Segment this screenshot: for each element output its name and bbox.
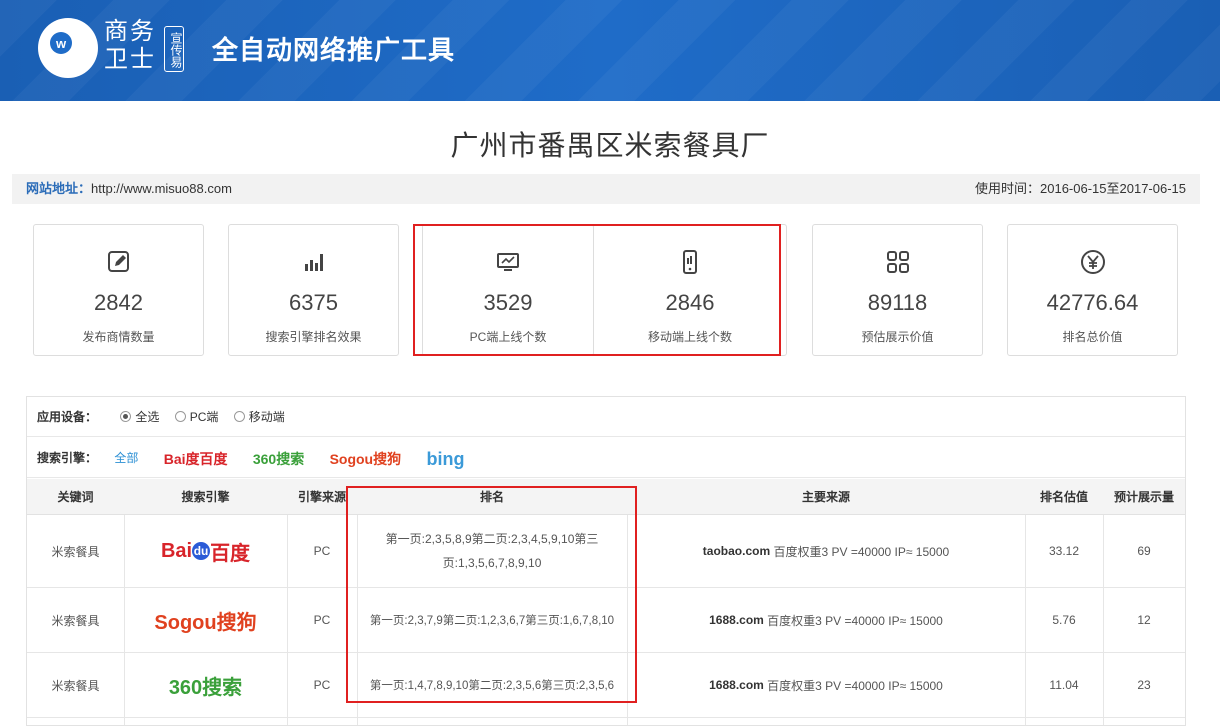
column-divider: [1025, 515, 1026, 725]
stat-value: 89118: [867, 290, 928, 315]
device-filter: 应用设备： 全选 PC端 移动端: [27, 397, 1185, 437]
baidu-logo[interactable]: Bai度百度: [164, 439, 228, 479]
highlight-frame: [413, 224, 781, 356]
usage-period: 使用时间：2016-06-15至2017-06-15: [974, 181, 1186, 196]
grid-icon: [886, 251, 909, 273]
360-logo[interactable]: 360搜索: [253, 439, 304, 479]
radio-pc[interactable]: [174, 411, 186, 423]
stat-label: 发布商情数量: [82, 330, 155, 344]
brand-badge: 宣传易: [164, 26, 184, 72]
stat-card-ranking: 6375 搜索引擎排名效果: [228, 224, 399, 356]
stat-value: 42776.64: [1046, 290, 1139, 315]
engine-all-link[interactable]: 全部: [114, 451, 138, 465]
stat-value: 6375: [289, 290, 338, 315]
sogou-logo: Sogou搜狗: [154, 611, 257, 634]
stat-card-total-value: 42776.64 排名总价值: [1007, 224, 1178, 356]
yen-icon: [1080, 250, 1105, 274]
company-name: 广州市番禺区米索餐具厂: [450, 130, 770, 161]
sogou-logo[interactable]: Sogou搜狗: [330, 439, 402, 479]
brand-logo-icon: w: [38, 18, 98, 78]
bar-chart-icon: [304, 254, 323, 271]
column-divider: [287, 515, 288, 725]
rank-highlight-frame: [346, 486, 637, 703]
bing-logo[interactable]: bing: [426, 439, 464, 479]
site-label: 网站地址：: [26, 181, 92, 196]
info-bar: 网站地址：http://www.misuo88.com 使用时间：2016-06…: [12, 174, 1200, 204]
edit-icon: [107, 251, 129, 272]
stat-value: 2842: [94, 290, 143, 315]
site-url[interactable]: http://www.misuo88.com: [91, 181, 232, 196]
brand-name: 商务 卫士: [104, 18, 156, 73]
stat-label: 预估展示价值: [861, 330, 934, 344]
app-header: w 商务 卫士 宣传易 全自动网络推广工具: [0, 0, 1220, 101]
engine-filter: 搜索引擎： 全部 Bai度百度 360搜索 Sogou搜狗 bing: [27, 438, 1185, 478]
column-divider: [1103, 515, 1104, 725]
stat-label: 搜索引擎排名效果: [265, 330, 362, 344]
stat-card-posts: 2842 发布商情数量: [33, 224, 204, 356]
stat-card-display-value: 89118 预估展示价值: [812, 224, 983, 356]
baidu-logo: Bai du 百度: [160, 539, 251, 565]
stat-label: 排名总价值: [1062, 330, 1123, 344]
radio-mobile[interactable]: [233, 411, 245, 423]
360-logo: 360搜索: [168, 676, 243, 699]
header-title: 全自动网络推广工具: [212, 35, 456, 65]
column-divider: [124, 515, 125, 725]
radio-all[interactable]: [120, 411, 132, 423]
